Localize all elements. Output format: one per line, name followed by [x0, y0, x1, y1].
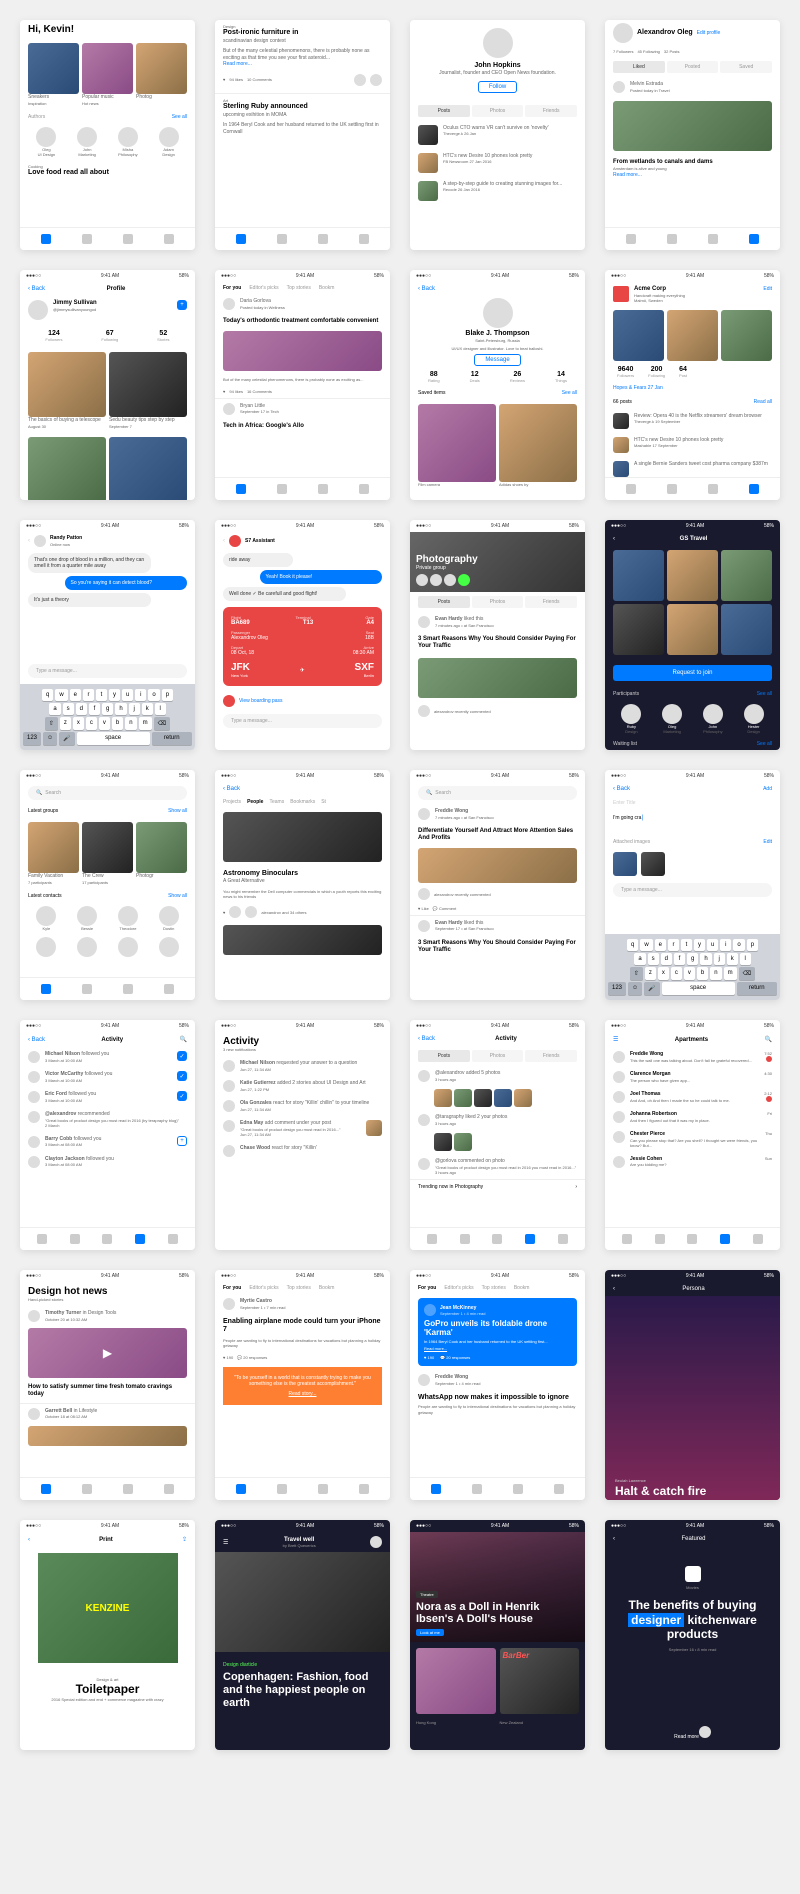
follow-button[interactable]: Follow — [478, 81, 517, 93]
group-photography: ●●●○○9:41 AM58% PhotographyPrivate group… — [410, 520, 585, 750]
avatar[interactable] — [77, 127, 97, 147]
chat-randy: ●●●○○9:41 AM58% ‹Randy PattonOnline now … — [20, 520, 195, 750]
tab-posts[interactable]: Posts — [418, 105, 470, 117]
conversation-row[interactable]: Freddie WongThis the wall one was talkin… — [605, 1047, 780, 1067]
compose-post: ●●●○○9:41 AM58% ‹ BackAdd Enter Title I'… — [605, 770, 780, 1000]
category-thumb[interactable] — [82, 43, 133, 94]
activity-notifs: ●●●○○9:41 AM58% Activity3 new notificati… — [215, 1020, 390, 1250]
profile-alex: Alexandrov OlegEdit profile 7 Followers4… — [605, 20, 780, 250]
article-gopro: ●●●○○9:41 AM58% For youEditor's picksTop… — [410, 1270, 585, 1500]
menu-icon[interactable]: ☰ — [613, 1036, 618, 1043]
see-all-link[interactable]: See all — [172, 114, 187, 120]
message-button[interactable]: Message — [474, 354, 520, 366]
project-detail: ●●●○○9:41 AM58% ‹ Back ProjectsPeopleTea… — [215, 770, 390, 1000]
category-thumb[interactable] — [28, 43, 79, 94]
search-input[interactable]: 🔍 Search — [418, 786, 577, 800]
print-detail: ●●●○○9:41 AM58% ‹Print⇪ KENZINE Design &… — [20, 1520, 195, 1750]
search-icon[interactable]: 🔍 — [180, 1036, 187, 1043]
message-bubble: So you're saying it can detect blood? — [65, 576, 188, 590]
request-join-button[interactable]: Request to join — [613, 665, 772, 681]
search-groups: ●●●○○9:41 AM58% 🔍 Search Latest groupsSh… — [20, 770, 195, 1000]
back-button[interactable]: ‹ — [28, 538, 30, 544]
persona-card: ●●●○○9:41 AM58% ‹Persona Beulah Lawrence… — [605, 1270, 780, 1500]
profile-jimmy: ●●●○○9:41 AM58% ‹ BackProfile Jimmy Sull… — [20, 270, 195, 500]
search-icon[interactable] — [82, 234, 92, 244]
add-button[interactable]: Add — [763, 786, 772, 792]
boarding-pass[interactable]: FlightTerminalGate BA689T13A4 PassengerS… — [223, 607, 382, 686]
profile-icon[interactable] — [164, 234, 174, 244]
message-bubble: It's just a theory — [28, 593, 151, 607]
post-image[interactable] — [613, 101, 772, 151]
menu-icon[interactable]: ☰ — [223, 1539, 228, 1546]
messages-list: ●●●○○9:41 AM58% ☰Apartments🔍 Freddie Won… — [605, 1020, 780, 1250]
chat-assistant: ●●●○○9:41 AM58% ‹S7 Assistant ride away … — [215, 520, 390, 750]
tabbar — [20, 227, 195, 250]
search-icon[interactable]: 🔍 — [765, 1036, 772, 1043]
home-icon[interactable] — [41, 234, 51, 244]
message-input[interactable]: Type a message... — [28, 664, 187, 678]
back-button[interactable]: ‹ Back — [418, 286, 435, 292]
category-thumb[interactable] — [136, 43, 187, 94]
title-input[interactable]: Enter Title — [613, 800, 772, 807]
edit-profile-link[interactable]: Edit profile — [697, 30, 721, 36]
news-feed: ●●●○○9:41 AM58% Design hot newsHand-pick… — [20, 1270, 195, 1500]
message-bubble: That's one drop of blood in a million, a… — [28, 553, 151, 573]
view-pass-link[interactable]: View boarding pass — [239, 698, 283, 704]
home-feed: Hi, Kevin! SneakersInspiration Popular m… — [20, 20, 195, 250]
read-more-link[interactable]: Read more — [674, 1734, 699, 1740]
featured-card[interactable]: Jean McKinneySeptember 1 • 4 min read Go… — [418, 1298, 577, 1366]
feed-search: ●●●○○9:41 AM58% 🔍 Search Freddie Wong7 m… — [410, 770, 585, 1000]
look-button[interactable]: Look at me — [416, 1629, 444, 1636]
read-more-link[interactable]: Read more... — [223, 61, 382, 67]
theatre-feature: ●●●○○9:41 AM58% TheatreNora as a Doll in… — [410, 1520, 585, 1750]
article-feed: DesignPost-ironic furniture inscandinavi… — [215, 20, 390, 250]
bell-icon[interactable] — [123, 234, 133, 244]
article-airplane: ●●●○○9:41 AM58% For youEditor's picksTop… — [215, 1270, 390, 1500]
follow-toggle[interactable]: + — [177, 300, 187, 310]
play-icon: ▶ — [103, 1346, 112, 1360]
profile-acme: ●●●○○9:41 AM58% Acme CorpHandcraft makin… — [605, 270, 780, 500]
share-icon[interactable]: ⇪ — [182, 1536, 187, 1543]
travel-article: ●●●○○9:41 AM58% ☰Travel wellby Brett Que… — [215, 1520, 390, 1750]
avatar[interactable] — [36, 127, 56, 147]
bell-icon[interactable] — [135, 1234, 145, 1244]
feed-tabs: ●●●○○9:41 AM58% For youEditor's picksTop… — [215, 270, 390, 500]
search-input[interactable]: 🔍 Search — [28, 786, 187, 800]
message-input[interactable]: Type a message... — [613, 883, 772, 897]
quote-card[interactable]: "To be yourself in a world that is const… — [223, 1367, 382, 1405]
featured-article: ●●●○○9:41 AM58% ‹Featured Movies The ben… — [605, 1520, 780, 1750]
message-input[interactable]: Type a message... — [223, 714, 382, 728]
profile-blake: ●●●○○9:41 AM58% ‹ Back Blake J. Thompson… — [410, 270, 585, 500]
tab-friends[interactable]: Friends — [525, 105, 577, 117]
back-button[interactable]: ‹ Back — [28, 286, 45, 292]
avatar[interactable] — [483, 28, 513, 58]
tab-photos[interactable]: Photos — [472, 105, 524, 117]
group-travel: ●●●○○9:41 AM58% ‹GS Travel Request to jo… — [605, 520, 780, 750]
keyboard: qwertyuiop asdfghjkl ⇧zxcvbnm⌫ 123☺🎤spac… — [20, 684, 195, 750]
category-icon — [685, 1566, 701, 1582]
activity-follows: ●●●○○9:41 AM58% ‹ BackActivity🔍 Michael … — [20, 1020, 195, 1250]
greeting: Hi, Kevin! — [20, 20, 195, 39]
avatar[interactable] — [118, 127, 138, 147]
profile-john: John HopkinsJournalist, founder and CEO … — [410, 20, 585, 250]
activity-photos: ●●●○○9:41 AM58% ‹ BackActivity PostsPhot… — [410, 1020, 585, 1250]
avatar[interactable] — [159, 127, 179, 147]
